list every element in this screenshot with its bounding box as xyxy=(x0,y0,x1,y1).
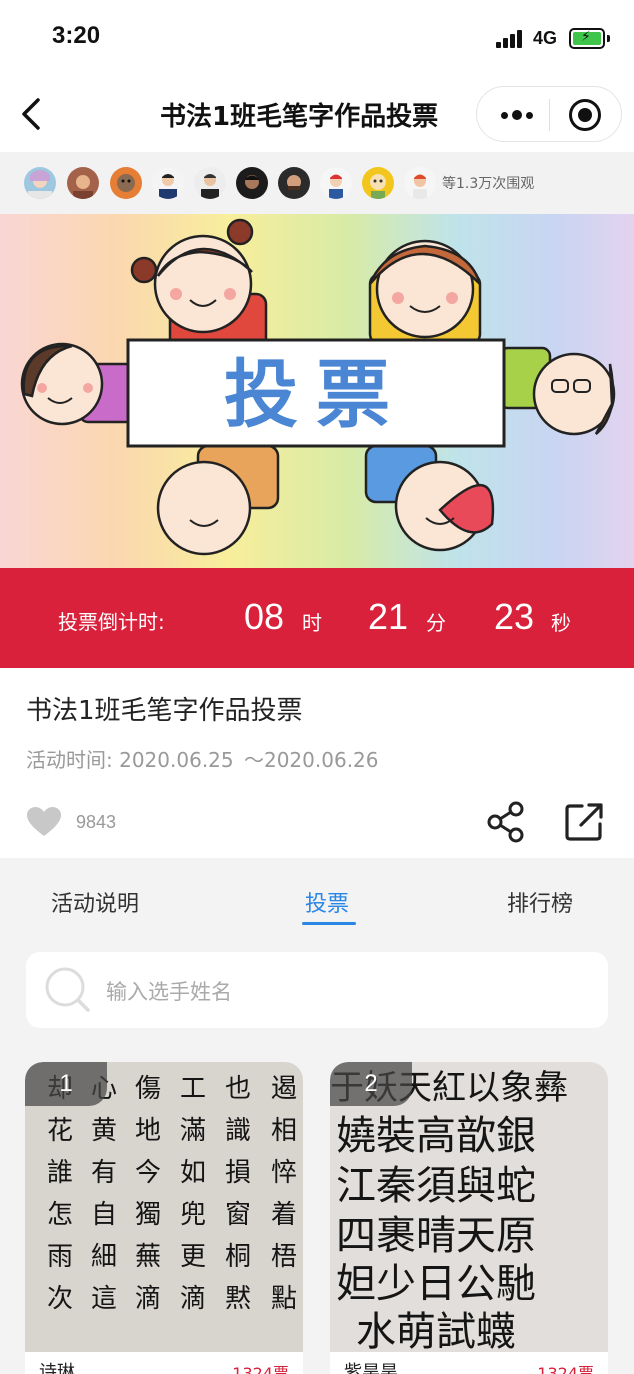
avatar xyxy=(24,167,56,199)
entry-name: 紫昊昊 xyxy=(344,1362,398,1374)
back-arrow-icon xyxy=(22,98,40,130)
signal-icon xyxy=(496,30,526,48)
avatar xyxy=(362,167,394,199)
calligraphy-row: 妲少日公馳 xyxy=(336,1261,536,1307)
calligraphy-row: 四裹晴天原 xyxy=(336,1213,536,1259)
entry-image: 遏相悴着梧點 也識損窗桐黙 工滿如兜更滴 傷地今獨蕪滴 心黄有自細這 却花誰怎雨… xyxy=(25,1062,303,1352)
page-title: 书法1班毛笔字作品投票 xyxy=(160,102,439,132)
tab-activity-description[interactable]: 活动说明 xyxy=(51,886,139,918)
nav-bar: 书法1班毛笔字作品投票 xyxy=(0,80,634,152)
capsule-divider xyxy=(549,99,550,131)
entry-card[interactable]: 遏相悴着梧點 也識損窗桐黙 工滿如兜更滴 傷地今獨蕪滴 心黄有自細這 却花誰怎雨… xyxy=(25,1062,303,1374)
avatar xyxy=(152,167,184,199)
activity-time-separator: ～ xyxy=(243,748,264,772)
entry-image: 于妖天紅以象彝 嬈裝高歆銀 江秦須與蛇 四裹晴天原 妲少日公馳 水萌試蠛 2 xyxy=(330,1062,608,1352)
entry-name: 诗琳 xyxy=(39,1362,75,1374)
like-count: 9843 xyxy=(76,812,117,832)
heart-icon[interactable] xyxy=(26,806,62,838)
search-input[interactable]: 输入选手姓名 xyxy=(26,952,608,1028)
calligraphy-column: 傷地今獨蕪滴 xyxy=(135,1074,162,1314)
avatar xyxy=(404,167,436,199)
activity-time: 活动时间: 2020.06.25 ～2020.06.26 xyxy=(26,744,379,773)
content-section: 活动说明 投票 排行榜 输入选手姓名 遏相悴着梧點 也識損窗桐黙 工滿如兜更滴 … xyxy=(0,858,634,1374)
status-bar: 3:20 4G ⚡ xyxy=(0,0,634,80)
activity-time-end: 2020.06.26 xyxy=(263,748,379,772)
calligraphy-column: 也識損窗桐黙 xyxy=(225,1074,252,1314)
countdown-seconds-unit: 秒 xyxy=(551,611,571,635)
network-label: 4G xyxy=(533,28,558,48)
avatar xyxy=(320,167,352,199)
activity-time-label: 活动时间: xyxy=(26,748,113,772)
banner-image: 投票 xyxy=(0,214,634,568)
avatar xyxy=(236,167,268,199)
viewers-bar: 等1.3万次围观 xyxy=(0,152,634,214)
rank-badge: 1 xyxy=(25,1062,107,1106)
countdown-minutes: 21 xyxy=(368,596,409,637)
tab-leaderboard[interactable]: 排行榜 xyxy=(507,886,573,918)
back-button[interactable] xyxy=(14,94,54,134)
calligraphy-column: 心黄有自細這 xyxy=(91,1074,118,1314)
mini-program-capsule xyxy=(476,86,622,142)
activity-title: 书法1班毛笔字作品投票 xyxy=(26,696,303,726)
calligraphy-column: 工滿如兜更滴 xyxy=(180,1074,207,1314)
entry-votes: 1324票 xyxy=(232,1364,289,1374)
entry-card[interactable]: 于妖天紅以象彝 嬈裝高歆銀 江秦須與蛇 四裹晴天原 妲少日公馳 水萌試蠛 2 紫… xyxy=(330,1062,608,1374)
countdown-label: 投票倒计时: xyxy=(58,610,165,634)
avatar xyxy=(278,167,310,199)
battery-icon: ⚡ xyxy=(569,28,610,49)
rank-badge: 2 xyxy=(330,1062,412,1106)
search-icon xyxy=(44,966,92,1014)
viewers-count-text: 等1.3万次围观 xyxy=(442,176,535,192)
banner-title: 投票 xyxy=(224,352,408,438)
share-icon[interactable] xyxy=(486,800,526,844)
tab-vote[interactable]: 投票 xyxy=(305,886,349,918)
calligraphy-row: 江秦須與蛇 xyxy=(336,1163,536,1209)
avatar xyxy=(110,167,142,199)
active-tab-indicator xyxy=(302,922,356,925)
target-icon[interactable] xyxy=(569,99,601,131)
countdown-minutes-unit: 分 xyxy=(426,611,446,635)
avatar xyxy=(67,167,99,199)
search-placeholder: 输入选手姓名 xyxy=(106,980,232,1004)
status-time: 3:20 xyxy=(52,22,101,49)
countdown-hours: 08 xyxy=(244,596,285,637)
countdown-seconds: 23 xyxy=(494,596,535,637)
activity-time-start: 2020.06.25 xyxy=(119,748,234,772)
countdown-bar: 投票倒计时: 08 时 21 分 23 秒 xyxy=(0,568,634,668)
calligraphy-row: 水萌試蠛 xyxy=(356,1309,516,1352)
export-icon[interactable] xyxy=(562,800,606,844)
calligraphy-column: 遏相悴着梧點 xyxy=(271,1074,298,1314)
entry-votes: 1324票 xyxy=(537,1364,594,1374)
more-dots-icon[interactable] xyxy=(491,95,543,135)
calligraphy-row: 嬈裝高歆銀 xyxy=(336,1113,536,1159)
countdown-hours-unit: 时 xyxy=(302,611,322,635)
avatar xyxy=(194,167,226,199)
